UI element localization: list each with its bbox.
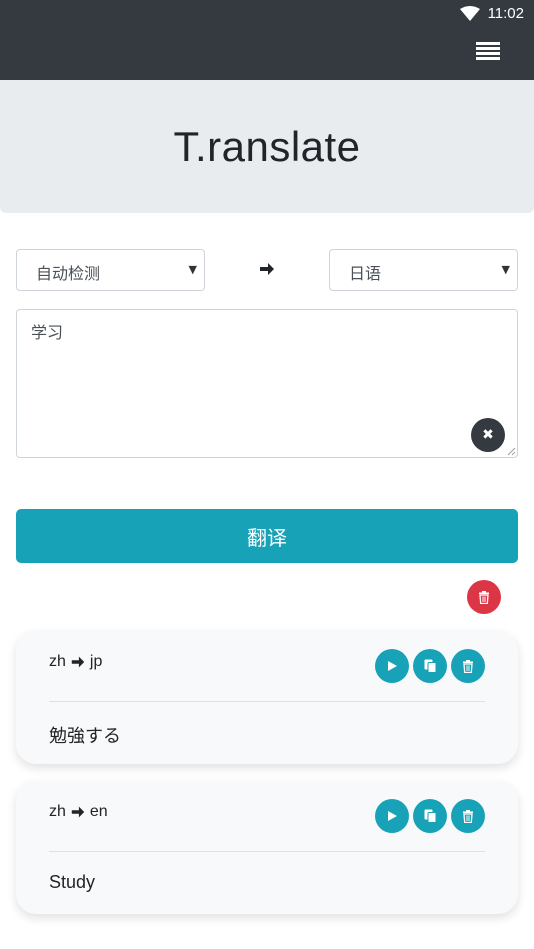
- clear-input-button[interactable]: ✖: [471, 418, 505, 452]
- status-indicators: 11:02: [459, 5, 524, 22]
- copy-button[interactable]: [413, 799, 447, 833]
- delete-button[interactable]: [451, 649, 485, 683]
- target-language-select[interactable]: 日语 ▼: [329, 249, 518, 291]
- trash-icon: [463, 659, 473, 673]
- play-button[interactable]: [375, 649, 409, 683]
- history-card: zh jp 勉強する: [16, 631, 518, 764]
- copy-button[interactable]: [413, 649, 447, 683]
- delete-button[interactable]: [451, 799, 485, 833]
- status-bar: 11:02: [0, 0, 534, 30]
- arrow-right-icon: [71, 806, 85, 818]
- copy-icon: [424, 809, 436, 823]
- divider: [49, 701, 485, 702]
- close-icon: ✖: [482, 427, 494, 443]
- target-language-value: 日语: [349, 264, 382, 283]
- source-text-value: 学习: [31, 323, 64, 342]
- clear-history-button[interactable]: [467, 580, 501, 614]
- play-icon: [388, 811, 397, 821]
- header-banner: T.ranslate: [0, 80, 534, 213]
- navbar: [0, 30, 534, 80]
- translation-result: 勉強する: [49, 726, 121, 746]
- trash-icon: [479, 590, 489, 604]
- to-language: jp: [89, 653, 103, 670]
- source-language-select[interactable]: 自动检测 ▼: [16, 249, 205, 291]
- history-card: zh en Study: [16, 781, 518, 914]
- translation-result: Study: [49, 872, 96, 892]
- source-language-value: 自动检测: [36, 264, 101, 283]
- chevron-down-icon: ▼: [188, 263, 197, 276]
- translate-button[interactable]: 翻译: [16, 509, 518, 563]
- arrow-right-icon: [71, 656, 85, 668]
- translate-button-label: 翻译: [247, 525, 287, 550]
- language-pair: zh jp: [49, 653, 102, 671]
- hamburger-menu-icon[interactable]: [476, 42, 500, 62]
- app-title: T.ranslate: [173, 122, 361, 170]
- arrow-right-icon: [260, 263, 274, 275]
- resize-handle-icon[interactable]: [507, 447, 516, 456]
- divider: [49, 851, 485, 852]
- from-language: zh: [49, 653, 66, 670]
- card-actions: [375, 649, 485, 683]
- play-button[interactable]: [375, 799, 409, 833]
- play-icon: [388, 661, 397, 671]
- to-language: en: [89, 803, 108, 820]
- wifi-icon: [459, 5, 480, 21]
- chevron-down-icon: ▼: [501, 263, 510, 276]
- card-actions: [375, 799, 485, 833]
- language-pair: zh en: [49, 803, 108, 821]
- source-text-input[interactable]: 学习: [16, 309, 518, 458]
- from-language: zh: [49, 803, 66, 820]
- status-time: 11:02: [487, 5, 524, 22]
- copy-icon: [424, 659, 436, 673]
- trash-icon: [463, 809, 473, 823]
